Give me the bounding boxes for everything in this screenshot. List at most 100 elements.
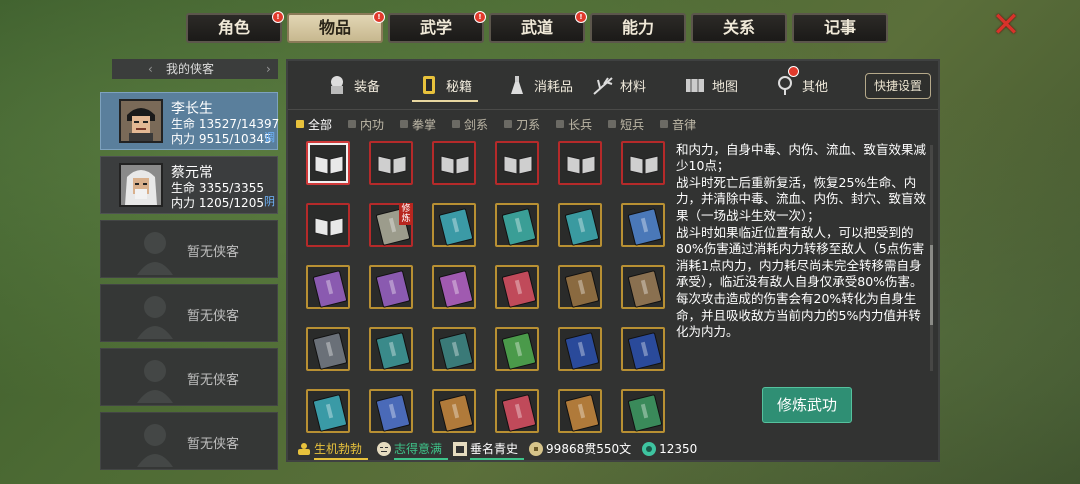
empty-hero-slot[interactable]: 暂无侠客 <box>100 412 278 470</box>
tab-6[interactable]: 记事 <box>792 13 888 43</box>
jade-icon <box>642 441 657 456</box>
scroll-thumb[interactable] <box>930 245 933 325</box>
item-slot[interactable] <box>621 265 665 309</box>
misc-icon <box>778 76 792 95</box>
filter-2[interactable]: 拳掌 <box>400 114 436 134</box>
tab-equipment[interactable]: 装备 <box>326 70 380 100</box>
item-slot[interactable] <box>306 265 350 309</box>
open-book-icon <box>440 155 470 175</box>
empty-hero-slot[interactable]: 暂无侠客 <box>100 348 278 406</box>
filter-3[interactable]: 剑系 <box>452 114 488 134</box>
tab-4[interactable]: 能力 <box>590 13 686 43</box>
chevron-right-icon[interactable]: › <box>266 59 271 79</box>
item-slot[interactable] <box>558 265 602 309</box>
notification-badge: ! <box>575 11 587 23</box>
item-slot[interactable] <box>369 327 413 371</box>
book-icon <box>375 394 411 432</box>
item-slot[interactable] <box>306 389 350 433</box>
item-slot[interactable] <box>495 389 539 433</box>
item-slot[interactable] <box>495 141 539 185</box>
item-slot[interactable] <box>432 141 476 185</box>
item-slot[interactable] <box>432 389 476 433</box>
armor-icon <box>331 76 343 94</box>
tab-2[interactable]: 武学! <box>388 11 486 43</box>
filter-label: 拳掌 <box>412 117 437 132</box>
item-slot[interactable] <box>621 141 665 185</box>
hero-tag: 阴 <box>264 195 275 208</box>
train-skill-button[interactable]: 修炼武功 <box>762 387 852 423</box>
tab-consumables[interactable]: 消耗品 <box>506 70 573 100</box>
notification-badge: ! <box>373 11 385 23</box>
hero-tag: 调 <box>264 131 275 144</box>
my-heroes-label: 我的侠客 <box>166 62 215 76</box>
empty-hero-slot[interactable]: 暂无侠客 <box>100 220 278 278</box>
book-icon <box>564 332 600 370</box>
filter-7[interactable]: 音律 <box>660 114 696 134</box>
book-icon <box>438 394 474 432</box>
item-slot[interactable] <box>369 141 413 185</box>
filter-dot <box>504 120 513 128</box>
filter-4[interactable]: 刀系 <box>504 114 540 134</box>
item-slot[interactable] <box>306 141 350 185</box>
item-slot[interactable] <box>558 203 602 247</box>
filter-6[interactable]: 短兵 <box>608 114 644 134</box>
item-slot[interactable] <box>432 265 476 309</box>
item-slot[interactable] <box>495 203 539 247</box>
item-slot[interactable] <box>558 327 602 371</box>
filter-dot <box>660 120 669 128</box>
chevron-left-icon[interactable]: ‹ <box>148 59 153 79</box>
item-slot[interactable] <box>369 389 413 433</box>
filter-5[interactable]: 长兵 <box>556 114 592 134</box>
hero-card-1[interactable]: 李长生 生命 13527/14397 内力 9515/10345 调 <box>100 92 279 150</box>
filter-1[interactable]: 内功 <box>348 114 384 134</box>
tab-label: 武道 <box>520 18 553 37</box>
jade-display: 12350 <box>641 441 697 457</box>
filter-dot <box>556 120 565 128</box>
tab-3[interactable]: 武道! <box>489 11 587 43</box>
empty-slot-label: 暂无侠客 <box>187 373 240 388</box>
item-slot[interactable] <box>558 141 602 185</box>
tab-other[interactable]: 其他 <box>774 66 828 100</box>
tab-manuals[interactable]: 秘籍 <box>412 70 479 102</box>
close-icon[interactable]: ✕ <box>990 8 1022 42</box>
book-icon <box>438 270 474 308</box>
status-mood: 志得意满 <box>376 440 449 460</box>
open-book-icon <box>629 155 659 175</box>
item-slot[interactable] <box>306 203 350 247</box>
item-slot[interactable] <box>495 265 539 309</box>
money-display: 99868贯550文 <box>528 440 631 457</box>
item-slot[interactable] <box>621 203 665 247</box>
filter-dot <box>400 120 409 128</box>
filter-0[interactable]: 全部 <box>296 114 332 134</box>
filter-label: 长兵 <box>568 117 593 132</box>
item-slot[interactable] <box>621 327 665 371</box>
tab-5[interactable]: 关系 <box>691 13 787 43</box>
tab-0[interactable]: 角色! <box>186 11 284 43</box>
open-book-icon <box>566 155 596 175</box>
empty-slot-label: 暂无侠客 <box>187 309 240 324</box>
item-slot[interactable] <box>432 203 476 247</box>
item-slot[interactable] <box>306 327 350 371</box>
book-icon <box>564 208 600 246</box>
hero-card-2[interactable]: 蔡元常 生命 3355/3355 内力 1205/1205 阴 <box>100 156 278 214</box>
item-slot[interactable] <box>621 389 665 433</box>
book-icon <box>627 208 663 246</box>
quick-settings-button[interactable]: 快捷设置 <box>865 73 931 99</box>
item-slot[interactable] <box>558 389 602 433</box>
inventory-panel: 装备 秘籍 消耗品 材料 地图 其他 快捷设置 全部 内功 拳掌 剑系 刀系 长兵 短兵 音律… <box>286 59 940 462</box>
tab-materials[interactable]: 材料 <box>592 70 646 100</box>
item-slot[interactable] <box>432 327 476 371</box>
description-scrollbar[interactable] <box>930 145 933 371</box>
tab-map[interactable]: 地图 <box>684 70 738 100</box>
item-slot[interactable]: 修炼 <box>369 203 413 247</box>
tab-1[interactable]: 物品! <box>287 11 385 43</box>
description-line: 战斗时死亡后重新复活，恢复25%生命、内力，并清除中毒、流血、内伤、封穴、致盲效… <box>676 174 927 223</box>
top-tab-bar: 角色! 物品! 武学! 武道! 能力 关系 记事 <box>186 11 893 43</box>
book-icon <box>438 208 474 246</box>
item-slot[interactable] <box>369 265 413 309</box>
open-book-icon <box>314 217 344 237</box>
description-line: 战斗时如果临近位置有敌人，可以把受到的80%伤害通过消耗内力转移至敌人（5点伤害… <box>676 224 925 290</box>
item-slot[interactable] <box>495 327 539 371</box>
empty-hero-slot[interactable]: 暂无侠客 <box>100 284 278 342</box>
book-icon <box>438 332 474 370</box>
